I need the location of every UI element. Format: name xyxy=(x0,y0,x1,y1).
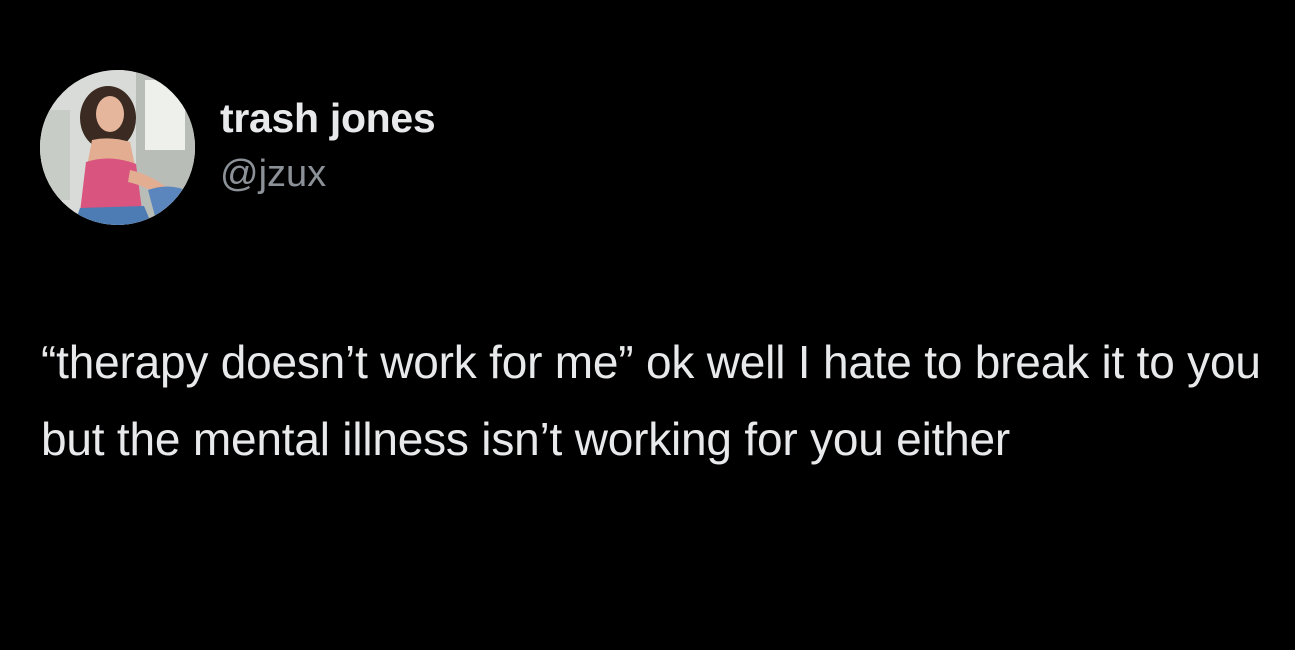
profile-photo-icon xyxy=(40,70,195,225)
display-name[interactable]: trash jones xyxy=(220,94,436,142)
avatar[interactable] xyxy=(40,70,195,225)
tweet-text: “therapy doesn’t work for me” ok well I … xyxy=(41,336,1261,465)
user-handle[interactable]: @jzux xyxy=(220,152,435,196)
tweet-card: trash jones @jzux “therapy doesn’t work … xyxy=(0,0,1295,650)
tweet-author: trash jones @jzux xyxy=(220,94,436,196)
